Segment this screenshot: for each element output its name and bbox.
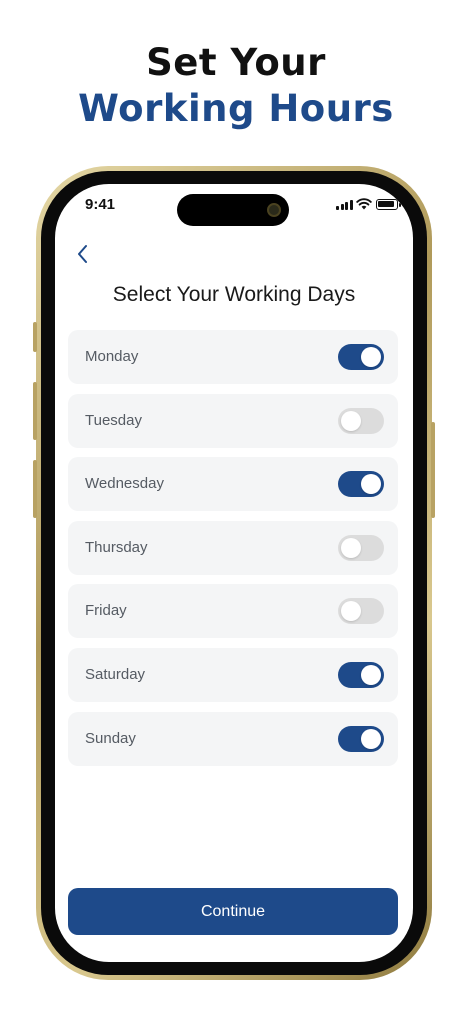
working-days-list: Monday Tuesday Wednesday Thursday Friday Satu… [68,330,398,775]
signal-icon [336,200,353,210]
continue-button[interactable]: Continue [68,888,398,935]
day-row-saturday: Saturday [68,647,398,702]
page-title: Select Your Working Days [112,283,356,306]
day-label: Thursday [85,538,148,556]
toggle-knob [361,664,381,685]
power-button [431,422,435,518]
toggle-knob [341,537,361,558]
volume-down-button [33,460,37,518]
toggle-knob [341,601,361,622]
toggle-knob [361,474,381,495]
toggle-wednesday[interactable] [338,471,384,498]
headline-line-2: Working Hours [78,87,394,130]
chevron-left-icon[interactable] [73,241,93,267]
toggle-sunday[interactable] [338,725,384,752]
toggle-knob [361,728,381,749]
day-row-friday: Friday [68,584,398,639]
day-row-wednesday: Wednesday [68,457,398,512]
day-label: Tuesday [85,411,142,429]
mute-switch [33,322,37,352]
toggle-saturday[interactable] [338,661,384,688]
day-label: Friday [85,602,127,620]
phone-screen: 9:41 Select Your Working Days Monday Tues… [55,184,413,962]
toggle-knob [341,410,361,431]
headline: Set Your Working Hours [0,40,472,132]
dynamic-island [177,194,289,226]
battery-icon [376,199,401,210]
toggle-thursday[interactable] [338,534,384,561]
headline-line-1: Set Your [146,41,326,84]
toggle-friday[interactable] [338,598,384,625]
day-label: Wednesday [85,475,164,493]
day-row-tuesday: Tuesday [68,393,398,448]
toggle-knob [361,347,381,367]
toggle-monday[interactable] [338,344,384,370]
day-row-sunday: Sunday [68,711,398,766]
day-label: Saturday [85,665,146,683]
volume-up-button [33,382,37,440]
status-bar: 9:41 [55,184,413,228]
day-label: Sunday [85,729,136,747]
status-time: 9:41 [85,196,116,213]
toggle-tuesday[interactable] [338,407,384,434]
camera-icon [267,203,281,217]
day-row-thursday: Thursday [68,520,398,575]
day-label: Monday [85,348,139,365]
day-row-monday: Monday [68,330,398,384]
wifi-icon [356,198,372,210]
